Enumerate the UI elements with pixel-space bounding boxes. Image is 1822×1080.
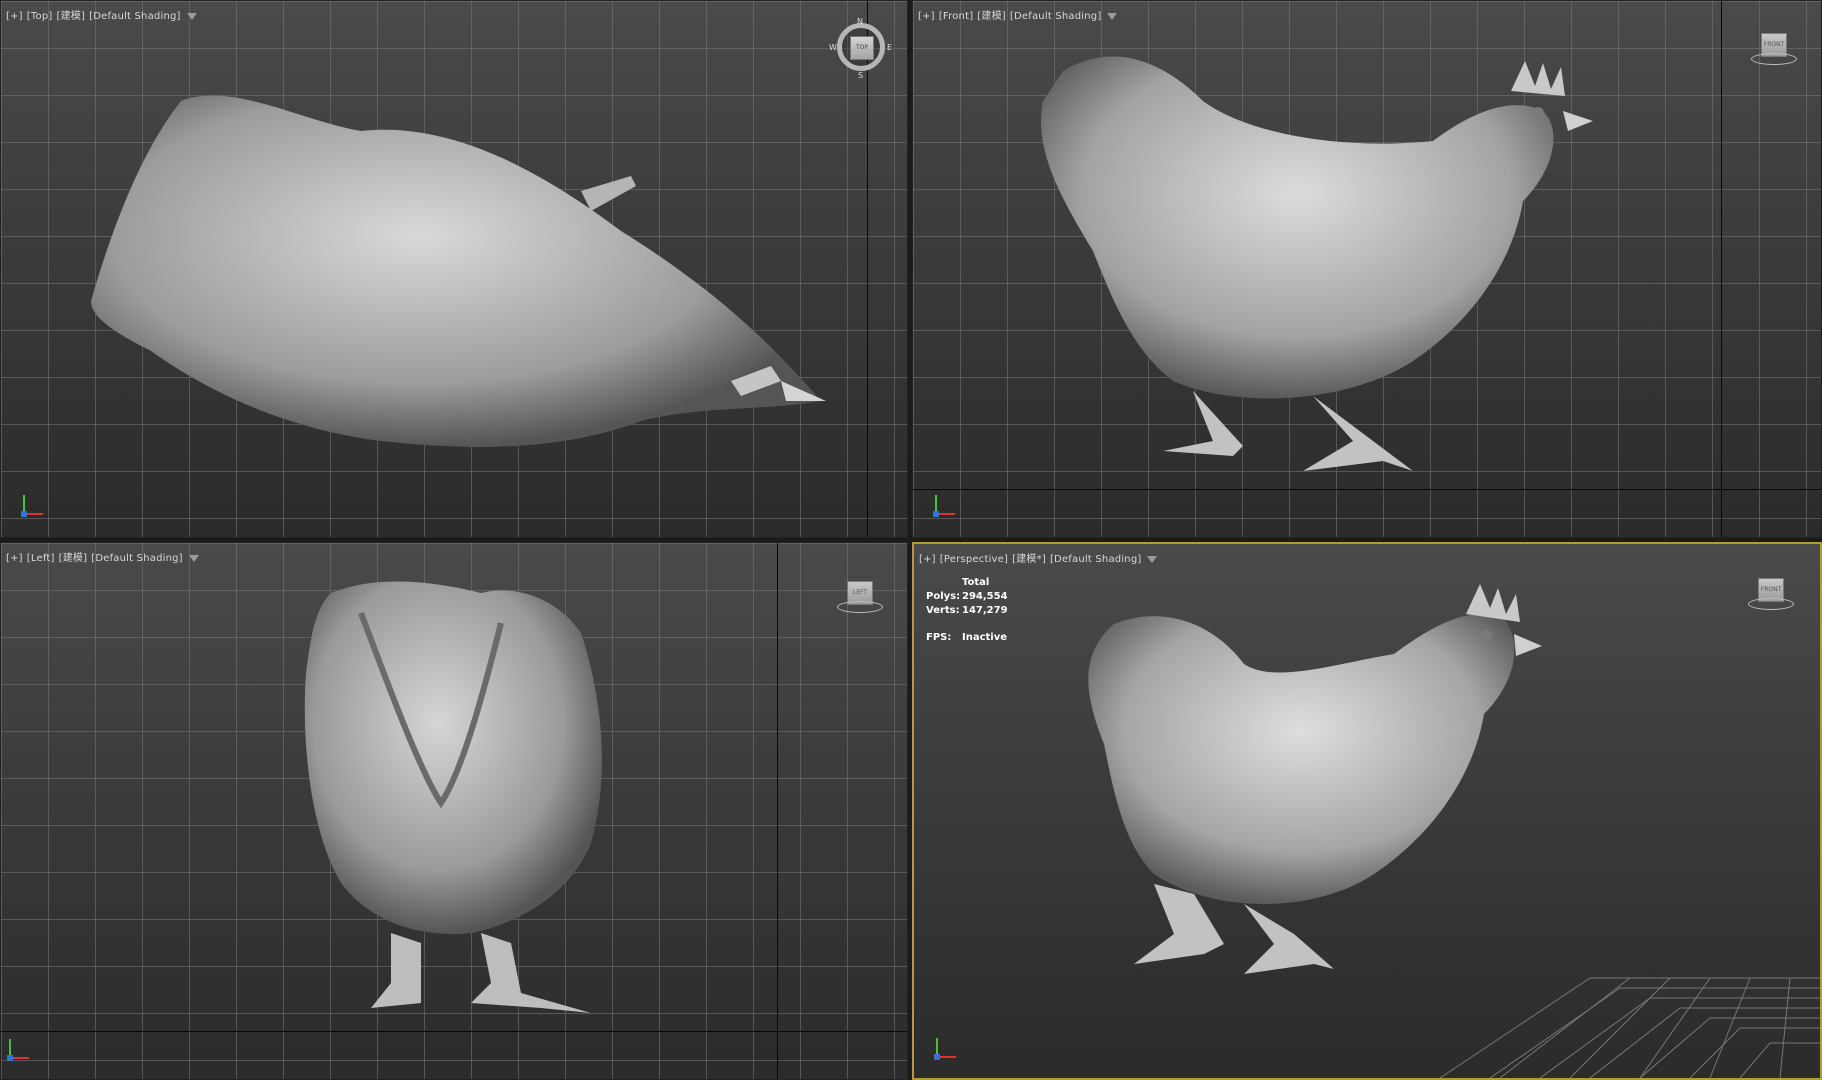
axis-tripod-icon	[931, 489, 961, 519]
chicken-model-top[interactable]	[1, 1, 908, 538]
viewport-shading-label[interactable]: [Default Shading]	[1010, 11, 1102, 22]
filter-icon[interactable]	[1107, 12, 1118, 20]
chicken-model-front[interactable]	[913, 1, 1822, 538]
axis-tripod-icon	[932, 1032, 962, 1062]
viewport-mode-label[interactable]: [建模*]	[1012, 554, 1046, 565]
chicken-model-perspective[interactable]	[914, 544, 1822, 1080]
filter-icon[interactable]	[188, 554, 199, 562]
viewport-menu-plus[interactable]: [+]	[918, 11, 935, 22]
viewport-menu-plus[interactable]: [+]	[6, 11, 23, 22]
viewport-shading-label[interactable]: [Default Shading]	[1050, 554, 1142, 565]
viewport-pov-label[interactable]: [Front]	[939, 11, 974, 22]
viewport-menu-plus[interactable]: [+]	[919, 554, 936, 565]
viewport-perspective[interactable]: [+] [Perspective] [建模*] [Default Shading] T…	[912, 542, 1822, 1080]
viewport-shading-label[interactable]: [Default Shading]	[89, 11, 181, 22]
viewport-layout: [+] [Top] [建模] [Default Shading] TOP N S E …	[0, 0, 1822, 1080]
viewport-front[interactable]: [+] [Front] [建模] [Default Shading] FRONT	[912, 0, 1822, 538]
axis-tripod-icon	[19, 489, 49, 519]
viewport-top[interactable]: [+] [Top] [建模] [Default Shading] TOP N S E …	[0, 0, 908, 538]
viewport-mode-label[interactable]: [建模]	[977, 11, 1006, 22]
axis-tripod-icon	[5, 1033, 35, 1063]
viewport-label-front: [+] [Front] [建模] [Default Shading]	[918, 7, 1121, 22]
viewport-mode-label[interactable]: [建模]	[59, 553, 88, 564]
viewport-pov-label[interactable]: [Perspective]	[940, 554, 1008, 565]
filter-icon[interactable]	[1147, 555, 1158, 563]
viewport-pov-label[interactable]: [Left]	[27, 553, 55, 564]
viewport-menu-plus[interactable]: [+]	[6, 553, 23, 564]
viewport-left[interactable]: [+] [Left] [建模] [Default Shading] LEFT	[0, 542, 908, 1080]
viewport-mode-label[interactable]: [建模]	[56, 11, 85, 22]
viewport-label-left: [+] [Left] [建模] [Default Shading]	[6, 549, 203, 564]
viewport-shading-label[interactable]: [Default Shading]	[91, 553, 183, 564]
viewport-label-perspective: [+] [Perspective] [建模*] [Default Shading]	[919, 550, 1161, 565]
viewport-label-top: [+] [Top] [建模] [Default Shading]	[6, 7, 201, 22]
chicken-model-left[interactable]	[1, 543, 908, 1080]
viewport-pov-label[interactable]: [Top]	[27, 11, 53, 22]
filter-icon[interactable]	[186, 12, 197, 20]
